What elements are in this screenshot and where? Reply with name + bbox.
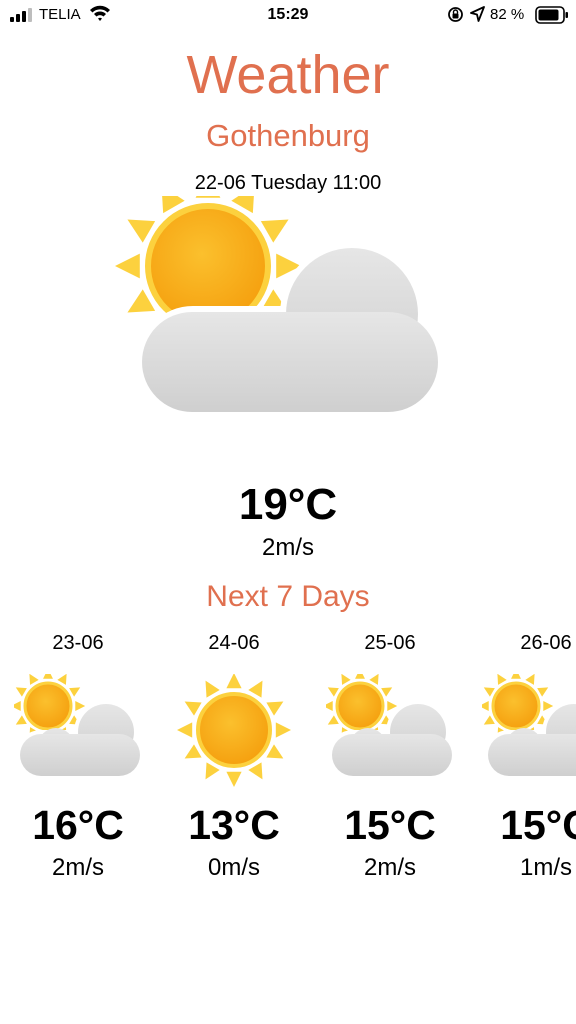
- partly-cloudy-icon: [14, 674, 144, 780]
- forecast-day: 25-06 15°C 2m/s: [320, 630, 460, 890]
- forecast-date: 25-06: [364, 632, 416, 654]
- app-title: Weather: [186, 45, 390, 105]
- forecast-temperature: 15°C: [500, 802, 576, 848]
- forecast-wind-speed: 2m/s: [51, 854, 104, 881]
- forecast-temperature: 16°C: [32, 802, 124, 848]
- forecast-day: 23-06 16°C 2m/s: [8, 630, 148, 890]
- forecast-day: 24-06 13°C 0m/s: [164, 630, 304, 890]
- battery-percentage: 82 %: [490, 6, 525, 23]
- forecast-day: 26-06 15°C 1m/s: [476, 630, 576, 890]
- current-wind-speed: 2m/s: [261, 534, 314, 561]
- forecast-temperature: 13°C: [188, 802, 280, 848]
- current-datetime: 22-06 Tuesday 11:00: [194, 172, 382, 194]
- forecast-wind-speed: 1m/s: [519, 854, 572, 881]
- forecast-date: 26-06: [520, 632, 572, 654]
- sunny-icon: [177, 674, 291, 787]
- city-name: Gothenburg: [206, 118, 370, 153]
- status-bar: TELIA 15:29 82 %: [0, 0, 576, 30]
- forecast-temperature: 15°C: [344, 802, 436, 848]
- forecast-date: 23-06: [52, 632, 104, 654]
- forecast-date: 24-06: [208, 632, 260, 654]
- location-icon: [470, 6, 485, 22]
- current-temperature: 19°C: [238, 480, 338, 529]
- forecast-wind-speed: 0m/s: [207, 854, 260, 881]
- forecast-title: Next 7 Days: [206, 580, 370, 613]
- orientation-lock-icon: [448, 7, 463, 22]
- battery-icon: [535, 6, 568, 24]
- partly-cloudy-icon: [115, 196, 442, 416]
- partly-cloudy-icon: [482, 674, 576, 780]
- partly-cloudy-icon: [326, 674, 456, 780]
- forecast-wind-speed: 2m/s: [363, 854, 416, 881]
